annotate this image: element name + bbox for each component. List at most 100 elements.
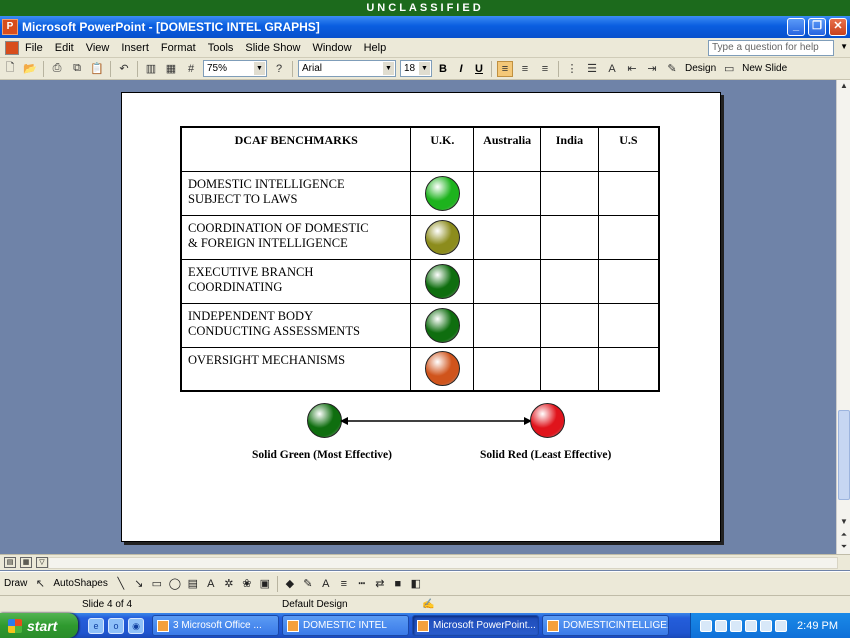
show-grid-icon[interactable]: # <box>183 61 199 77</box>
insert-chart-icon[interactable]: ▥ <box>143 61 159 77</box>
scroll-up-icon[interactable]: ▲ <box>837 80 850 92</box>
tray-icon[interactable] <box>760 619 773 632</box>
align-left-icon[interactable]: ≡ <box>497 60 513 77</box>
next-slide-icon[interactable]: ⏷ <box>837 541 850 553</box>
close-button[interactable]: ✕ <box>829 18 847 36</box>
paste-icon[interactable]: 📋 <box>89 61 105 77</box>
previous-slide-icon[interactable]: ⏶ <box>837 529 850 541</box>
media-icon[interactable]: ◉ <box>128 617 144 634</box>
menu-file[interactable]: File <box>25 42 43 54</box>
numbering-icon[interactable]: ⋮ <box>564 61 580 77</box>
autoshapes-button[interactable]: AutoShapes <box>53 578 108 589</box>
chevron-down-icon[interactable]: ▼ <box>419 62 430 75</box>
spelling-check-icon[interactable]: ✍ <box>422 598 434 612</box>
legend-least-effective-label: Solid Red (Least Effective) <box>480 449 612 461</box>
underline-button[interactable]: U <box>470 63 488 75</box>
bullets-icon[interactable]: ☰ <box>584 61 600 77</box>
menu-edit[interactable]: Edit <box>55 42 74 54</box>
shadow-icon[interactable]: ■ <box>390 576 406 592</box>
arrow-style-icon[interactable]: ⇄ <box>372 576 388 592</box>
menu-slide-show[interactable]: Slide Show <box>245 42 300 54</box>
picture-icon[interactable]: ▣ <box>257 576 273 592</box>
tray-icon[interactable] <box>745 619 758 632</box>
font-select[interactable]: Arial ▼ <box>298 60 396 77</box>
arrow-tool-icon[interactable]: ↘ <box>131 576 147 592</box>
undo-icon[interactable]: ↶ <box>116 61 132 77</box>
benchmark-table[interactable]: DCAF BENCHMARKS U.K. Australia India U.S… <box>180 126 660 392</box>
scroll-down-icon[interactable]: ▼ <box>837 516 850 528</box>
help-question-input[interactable]: Type a question for help <box>708 40 834 56</box>
outlook-icon[interactable]: o <box>108 617 124 634</box>
new-slide-button[interactable]: New Slide <box>742 63 787 74</box>
vertical-scrollbar[interactable]: ▲ ▼ ⏶ ⏷ <box>836 80 850 554</box>
font-color-icon[interactable]: A <box>318 576 334 592</box>
clipart-icon[interactable]: ❀ <box>239 576 255 592</box>
menu-insert[interactable]: Insert <box>121 42 149 54</box>
increase-indent-icon[interactable]: ⇥ <box>644 61 660 77</box>
draw-menu-button[interactable]: Draw <box>4 578 27 589</box>
tray-icon[interactable] <box>700 619 713 632</box>
india-cell <box>540 302 599 348</box>
document-icon[interactable] <box>5 40 19 55</box>
diagram-icon[interactable]: ✲ <box>221 576 237 592</box>
chevron-down-icon[interactable]: ▼ <box>383 62 394 75</box>
normal-view-icon[interactable]: ▤ <box>4 557 16 568</box>
start-button[interactable]: start <box>0 613 78 638</box>
powerpoint-app-icon[interactable]: P <box>2 19 18 35</box>
chevron-down-icon[interactable]: ▼ <box>840 42 848 51</box>
help-icon[interactable]: ? <box>271 61 287 77</box>
menu-view[interactable]: View <box>86 42 110 54</box>
scroll-thumb[interactable] <box>838 410 850 500</box>
tray-icon[interactable] <box>730 619 743 632</box>
align-center-icon[interactable]: ≡ <box>517 61 533 77</box>
fill-color-icon[interactable]: ◆ <box>282 576 298 592</box>
slide-sorter-icon[interactable]: ▦ <box>20 557 32 568</box>
benchmark-label: DOMESTIC INTELLIGENCE SUBJECT TO LAWS <box>180 170 412 216</box>
menu-tools[interactable]: Tools <box>208 42 234 54</box>
font-size-select[interactable]: 18 ▼ <box>400 60 432 77</box>
separator <box>137 60 138 77</box>
minimize-button[interactable]: _ <box>787 18 805 36</box>
design-icon[interactable]: ✎ <box>664 61 680 77</box>
textbox-tool-icon[interactable]: ▤ <box>185 576 201 592</box>
taskbar-item[interactable]: DOMESTIC INTEL <box>282 615 409 636</box>
taskbar-item-active[interactable]: Microsoft PowerPoint... <box>412 615 539 636</box>
copy-icon[interactable]: ⧉ <box>69 61 85 77</box>
new-document-icon[interactable]: 🗋 <box>2 61 18 77</box>
chevron-down-icon[interactable]: ▼ <box>254 62 265 75</box>
italic-button[interactable]: I <box>452 63 470 75</box>
new-slide-icon[interactable]: ▭ <box>721 61 737 77</box>
zoom-select[interactable]: 75% ▼ <box>203 60 267 77</box>
taskbar-item[interactable]: DOMESTICINTELLIGE... <box>542 615 669 636</box>
slide-canvas[interactable]: DCAF BENCHMARKS U.K. Australia India U.S… <box>121 92 721 542</box>
3d-icon[interactable]: ◧ <box>408 576 424 592</box>
line-style-icon[interactable]: ≡ <box>336 576 352 592</box>
australia-cell <box>473 302 542 348</box>
uk-status-dot <box>424 351 460 387</box>
oval-tool-icon[interactable]: ◯ <box>167 576 183 592</box>
decrease-indent-icon[interactable]: ⇤ <box>624 61 640 77</box>
tray-icon[interactable] <box>715 619 728 632</box>
restore-button[interactable]: ❐ <box>808 18 826 36</box>
print-icon[interactable]: ⎙ <box>49 61 65 77</box>
slide-show-icon[interactable]: ▽ <box>36 557 48 568</box>
wordart-icon[interactable]: A <box>203 576 219 592</box>
dash-style-icon[interactable]: ┅ <box>354 576 370 592</box>
rectangle-tool-icon[interactable]: ▭ <box>149 576 165 592</box>
line-tool-icon[interactable]: ╲ <box>113 576 129 592</box>
bold-button[interactable]: B <box>434 63 452 75</box>
select-arrow-icon[interactable]: ↖ <box>32 576 48 592</box>
horizontal-scrollbar[interactable] <box>48 557 838 569</box>
taskbar-item[interactable]: 3 Microsoft Office ... <box>152 615 279 636</box>
menu-format[interactable]: Format <box>161 42 196 54</box>
insert-table-icon[interactable]: ▦ <box>163 61 179 77</box>
menu-help[interactable]: Help <box>364 42 387 54</box>
menu-window[interactable]: Window <box>312 42 351 54</box>
internet-explorer-icon[interactable]: e <box>88 617 104 634</box>
open-icon[interactable]: 📂 <box>22 61 38 77</box>
line-color-icon[interactable]: ✎ <box>300 576 316 592</box>
increase-font-icon[interactable]: A <box>604 61 620 77</box>
align-right-icon[interactable]: ≡ <box>537 61 553 77</box>
tray-icon[interactable] <box>775 619 788 632</box>
design-button[interactable]: Design <box>685 63 716 74</box>
